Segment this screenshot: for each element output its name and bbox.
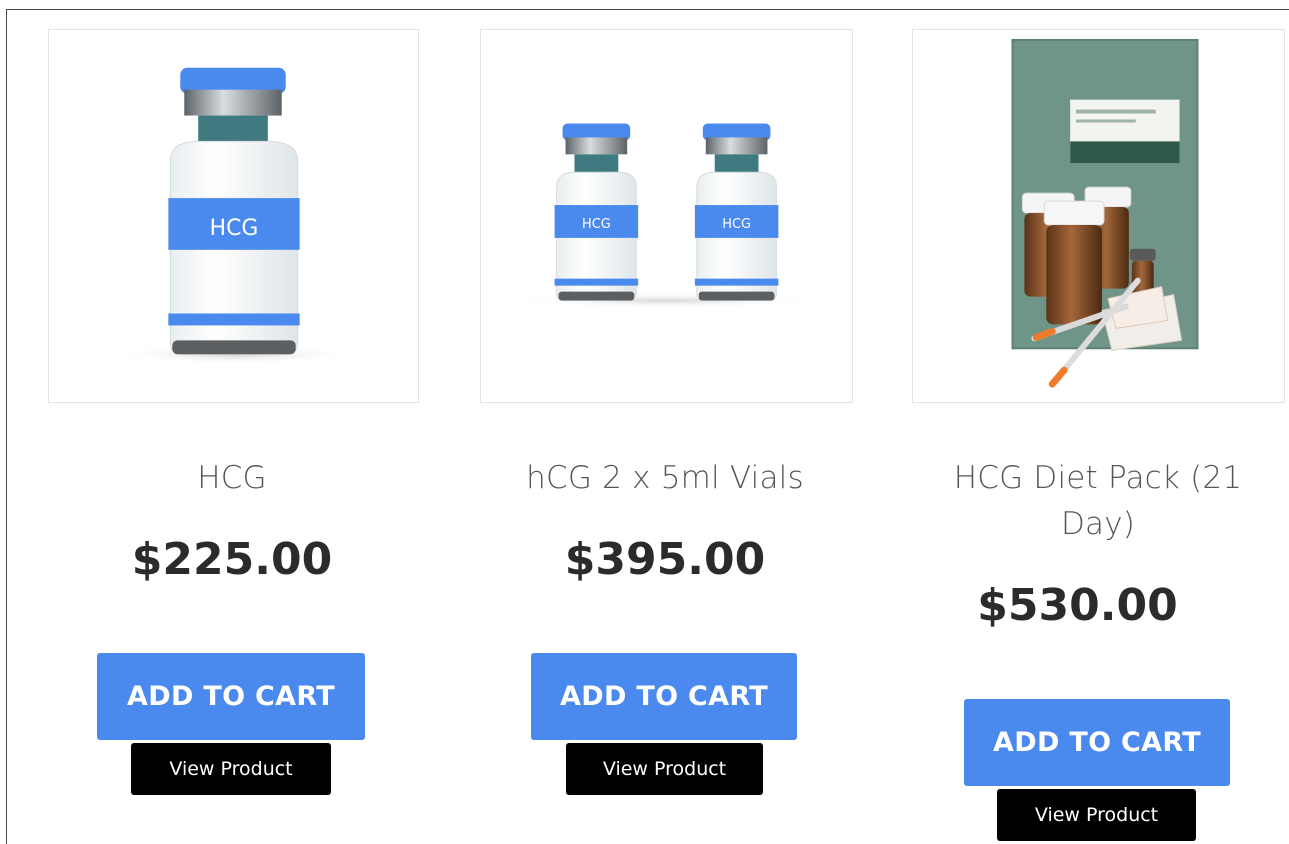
view-product-button-hcg-vials[interactable]: View Product [566,743,763,795]
product-image-hcg-diet-pack[interactable] [912,29,1285,403]
product-title-hcg-vials[interactable]: hCG 2 x 5ml Vials [433,455,897,501]
vial-label-text: HCG [582,217,611,232]
product-image-hcg[interactable]: HCG [48,29,419,403]
product-price-hcg-vials: $395.00 [564,534,766,585]
product-card-hcg-diet-pack: HCG Diet Pack (21 Day) $530.00 ADD TO CA… [866,0,1289,844]
product-card-hcg: HCG HCG $225.00 ADD TO CART View Product [0,0,464,844]
product-title-hcg-diet-pack[interactable]: HCG Diet Pack (21 Day) [936,455,1260,547]
view-product-button-hcg[interactable]: View Product [131,743,331,795]
add-to-cart-button-hcg[interactable]: ADD TO CART [97,653,365,740]
product-price-hcg: $225.00 [131,534,333,585]
vial-label-text: HCG [210,216,259,241]
product-title-hcg[interactable]: HCG [0,455,464,501]
product-image-hcg-vials[interactable]: HCG HCG [480,29,853,403]
vial-label-text: HCG [722,217,751,232]
add-to-cart-button-hcg-vials[interactable]: ADD TO CART [531,653,797,740]
product-price-hcg-diet-pack: $530.00 [977,580,1178,631]
view-product-button-hcg-diet-pack[interactable]: View Product [997,789,1196,841]
product-card-hcg-vials: HCG HCG hCG 2 x 5ml Vials $395.00 ADD TO… [433,0,897,844]
add-to-cart-button-hcg-diet-pack[interactable]: ADD TO CART [964,699,1230,786]
